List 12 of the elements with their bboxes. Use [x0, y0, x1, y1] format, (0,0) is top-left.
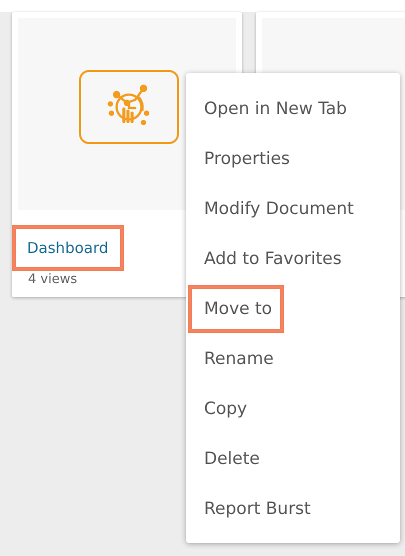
menu-item[interactable]: Modify Document [188, 185, 366, 233]
dashboard-icon [79, 70, 179, 144]
menu-item[interactable]: Move to [188, 285, 284, 333]
menu-item[interactable]: Copy [188, 385, 260, 433]
menu-item[interactable]: Report Burst [188, 485, 323, 533]
menu-item[interactable]: Delete [188, 435, 272, 483]
menu-item[interactable]: Properties [188, 135, 302, 183]
dashboard-link[interactable]: Dashboard [12, 225, 124, 271]
menu-item[interactable]: Open in New Tab [188, 85, 359, 133]
view-count: 4 views [27, 272, 78, 287]
menu-item[interactable]: Add to Favorites [188, 235, 354, 283]
menu-item[interactable]: Rename [188, 335, 286, 383]
